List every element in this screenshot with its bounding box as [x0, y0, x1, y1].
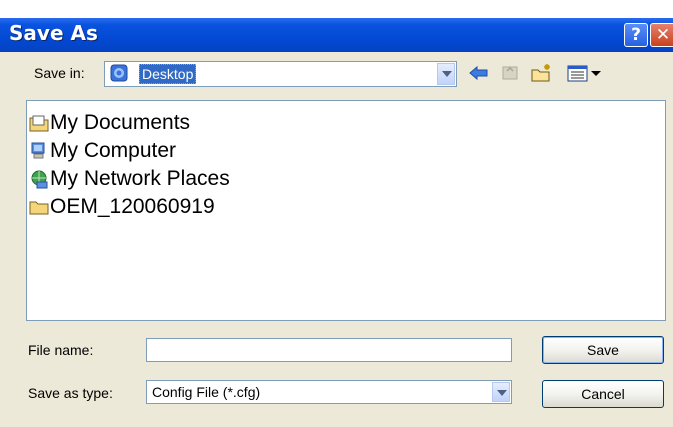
my-computer-icon — [31, 142, 45, 159]
close-button[interactable]: ✕ — [650, 23, 673, 47]
view-menu-button[interactable] — [565, 61, 605, 85]
help-button[interactable]: ? — [624, 23, 648, 47]
file-name-label: File name: — [28, 342, 94, 358]
top-strip — [0, 0, 673, 18]
new-folder-button[interactable] — [529, 61, 555, 85]
save-as-dialog: Save As ? ✕ Save in: Desktop My Document… — [0, 0, 673, 427]
save-as-type-dropdown[interactable]: Config File (*.cfg) — [146, 380, 512, 404]
folder-icon — [29, 201, 49, 215]
chevron-down-icon[interactable] — [437, 63, 455, 85]
save-as-type-value: Config File (*.cfg) — [152, 384, 261, 400]
up-one-level-icon — [502, 66, 518, 80]
up-one-level-button[interactable] — [497, 61, 523, 85]
file-item-label: My Network Places — [50, 167, 230, 190]
file-item-label: My Computer — [50, 139, 177, 162]
list-item[interactable]: My Computer — [29, 138, 176, 164]
save-as-type-label: Save as type: — [28, 385, 113, 401]
file-item-label: My Documents — [50, 111, 191, 134]
back-button[interactable] — [466, 61, 492, 85]
list-item[interactable]: My Documents — [29, 110, 190, 136]
save-in-label: Save in: — [34, 65, 85, 81]
file-name-input[interactable] — [146, 338, 512, 362]
back-arrow-icon — [469, 65, 488, 81]
save-in-value: Desktop — [139, 64, 197, 84]
window-title: Save As — [9, 21, 98, 45]
view-menu-icon — [567, 65, 601, 82]
chevron-down-icon[interactable] — [492, 382, 510, 402]
save-in-dropdown[interactable]: Desktop — [104, 61, 457, 87]
list-item[interactable]: OEM_120060919 — [29, 194, 215, 220]
title-bar[interactable]: Save As ? ✕ — [0, 18, 673, 52]
file-list[interactable]: My Documents My Computer My Network Plac… — [26, 100, 666, 321]
network-places-icon — [31, 170, 48, 189]
cancel-button[interactable]: Cancel — [542, 380, 664, 408]
list-item[interactable]: My Network Places — [29, 166, 230, 192]
my-documents-icon — [29, 115, 49, 132]
new-folder-icon — [531, 64, 550, 82]
save-button[interactable]: Save — [542, 336, 664, 364]
desktop-icon — [110, 64, 128, 82]
file-item-label: OEM_120060919 — [50, 195, 215, 218]
